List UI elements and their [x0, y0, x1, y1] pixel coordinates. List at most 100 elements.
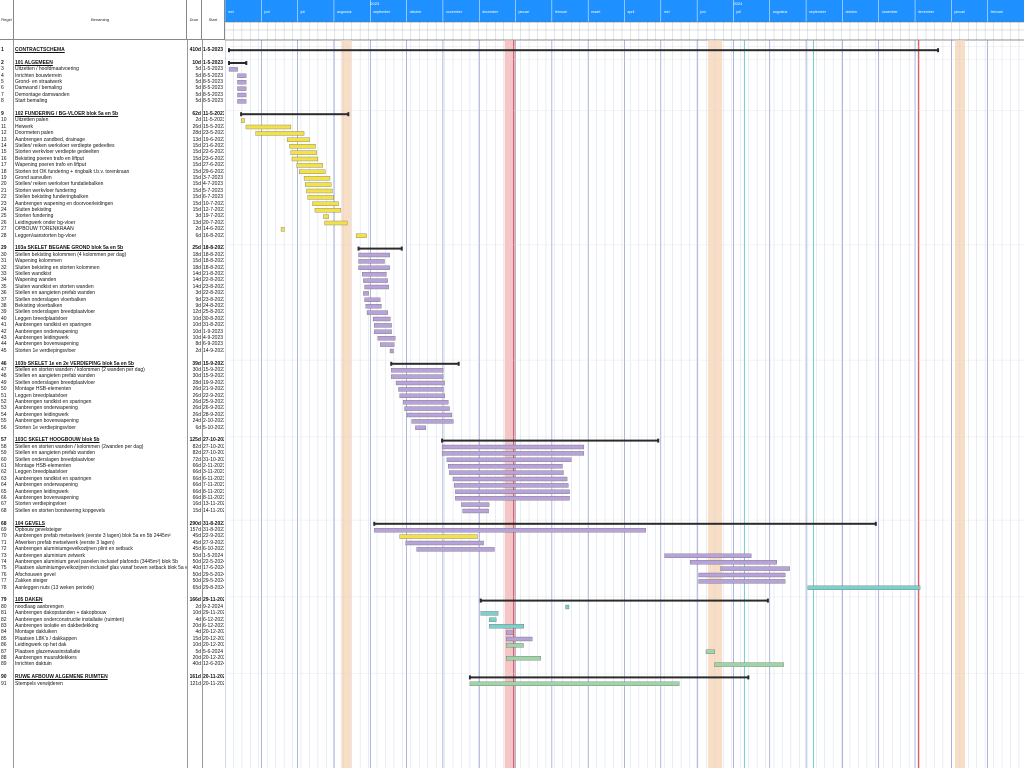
summary-cap: [357, 246, 360, 251]
month-label: juni: [699, 10, 706, 14]
task-bar: [506, 636, 533, 642]
task-bar: [415, 425, 426, 430]
task-bar: [446, 457, 572, 462]
summary-cap: [657, 438, 660, 443]
task-bar: [489, 624, 525, 629]
year-label: 2024: [733, 1, 743, 6]
task-bar: [441, 451, 585, 456]
month-label: mei: [228, 10, 234, 14]
task-bar: [489, 617, 497, 622]
summary-cap: [766, 598, 769, 603]
summary-bar: [229, 49, 939, 52]
task-bar: [391, 374, 444, 379]
month-label: januari: [518, 10, 530, 14]
task-table: Regel Benaming Duur Start 1 CONTRACTSCHEM…: [0, 0, 225, 768]
task-bar: [237, 99, 247, 104]
task-bar: [374, 528, 646, 533]
task-bar: [307, 195, 334, 200]
task-bar: [698, 572, 786, 578]
month-label: juni: [263, 10, 270, 14]
task-bar: [305, 182, 332, 187]
task-bar: [314, 208, 342, 213]
task-bar: [245, 124, 292, 130]
task-bar: [374, 323, 392, 328]
task-bar: [380, 342, 395, 347]
task-bar: [377, 336, 396, 341]
month-label: mei: [664, 10, 670, 14]
month-label: september: [809, 10, 827, 14]
summary-cap: [479, 598, 482, 603]
task-bar: [299, 169, 326, 174]
task-bar: [306, 188, 333, 194]
task-bar: [374, 329, 392, 334]
summary-cap: [874, 521, 877, 526]
task-bar: [363, 291, 369, 296]
task-bar: [255, 131, 305, 136]
month-label: november: [882, 10, 899, 14]
summary-bar: [480, 599, 768, 602]
month-label: februari: [555, 10, 567, 14]
task-bar: [565, 604, 570, 610]
summary-cap: [373, 521, 376, 526]
task-row[interactable]: 91 Stempels verwijderen 121d20-11-2023: [0, 681, 225, 687]
task-bar: [690, 560, 777, 565]
task-bar: [462, 508, 489, 514]
task-bar: [411, 419, 454, 424]
task-start: 20-11-2023: [203, 680, 224, 687]
task-bar: [405, 540, 484, 546]
summary-bar: [241, 113, 349, 116]
task-bar: [290, 150, 317, 155]
task-bar: [324, 220, 348, 226]
summary-bar: [229, 62, 247, 64]
task-bar: [455, 489, 570, 494]
task-bar: [480, 611, 499, 616]
task-bar: [441, 444, 585, 450]
summary-cap: [228, 61, 230, 65]
month-label: november: [446, 10, 463, 14]
task-bar: [807, 585, 921, 590]
month-label: augustus: [773, 10, 788, 14]
task-bar: [714, 662, 784, 667]
task-bar: [358, 259, 385, 264]
task-bar: [358, 265, 390, 270]
summary-cap: [468, 675, 471, 680]
gantt-chart: 2023 2024 mei juni juli augustus september okto…: [225, 0, 1024, 768]
summary-cap: [347, 112, 350, 117]
month-label: januari: [953, 10, 965, 14]
task-id: 91: [1, 680, 7, 687]
task-bar: [237, 86, 247, 91]
header-id: Regel: [0, 0, 14, 40]
month-label: september: [373, 10, 391, 14]
summary-cap: [245, 61, 248, 65]
task-bar: [289, 144, 316, 149]
task-bar: [364, 297, 381, 302]
month-label: december: [482, 10, 499, 14]
task-bar: [506, 643, 524, 648]
header-start: Start: [202, 0, 225, 40]
month-label: april: [628, 10, 635, 14]
task-bar: [286, 137, 310, 142]
summary-cap: [441, 438, 444, 443]
task-bar: [296, 163, 323, 168]
month-label: juli: [300, 10, 306, 14]
task-bar: [399, 534, 478, 539]
task-bar: [237, 80, 247, 85]
task-bar: [398, 387, 444, 392]
month-label: oktober: [845, 10, 858, 14]
task-bar: [312, 201, 339, 206]
task-bar: [237, 92, 247, 98]
task-bar: [372, 316, 391, 322]
task-bar: [240, 118, 245, 123]
summary-bar: [391, 362, 459, 365]
task-bar: [291, 156, 319, 162]
task-bar: [391, 368, 444, 373]
task-bar: [403, 400, 449, 405]
month-label: juli: [735, 10, 741, 14]
summary-cap: [400, 246, 403, 251]
task-bar: [389, 348, 394, 354]
task-bar: [355, 233, 367, 238]
task-name: Stempels verwijderen: [15, 680, 63, 687]
header-name: Benaming: [14, 0, 187, 40]
task-bar: [506, 630, 514, 635]
year-label: 2023: [370, 1, 380, 6]
